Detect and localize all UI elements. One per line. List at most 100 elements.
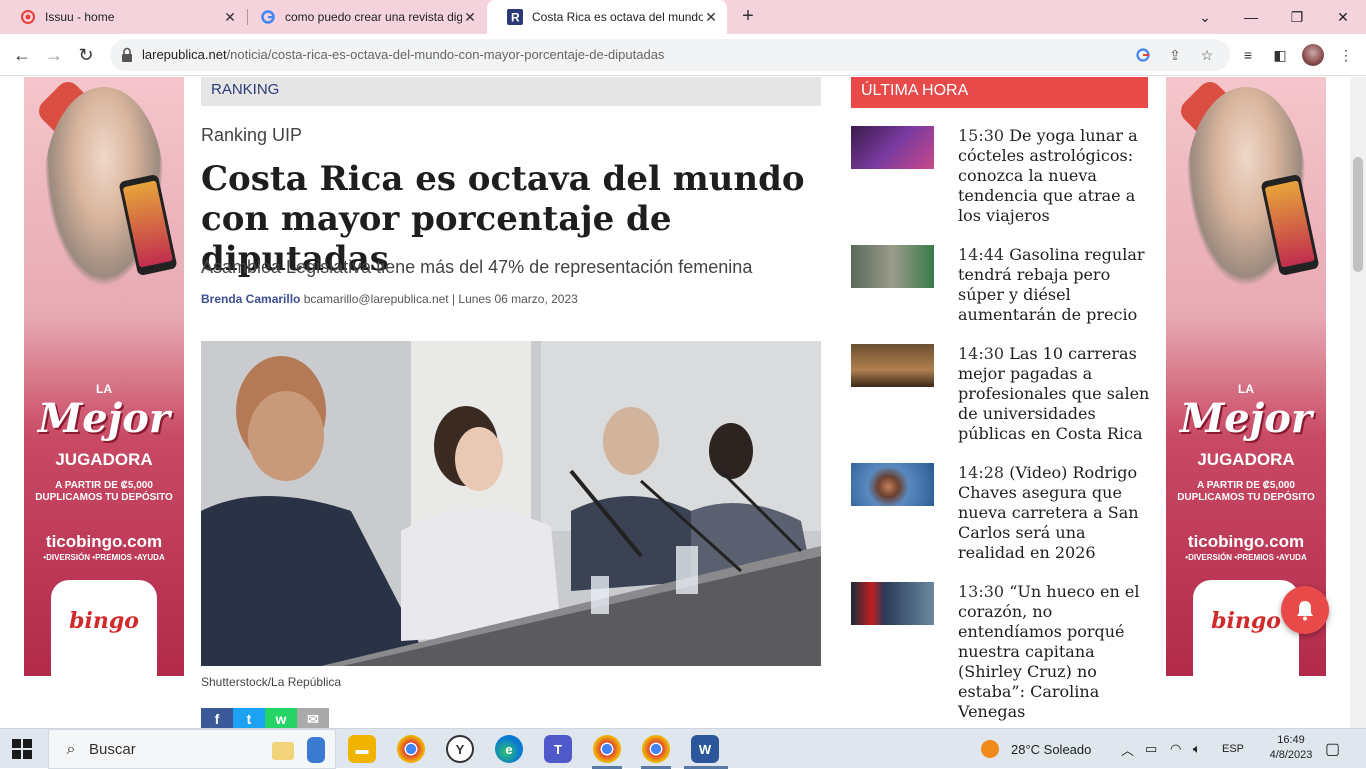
search-icon: ⌕ (66, 741, 76, 758)
latest-news-header: ÚLTIMA HORA (851, 77, 1148, 108)
tab-title: como puedo crear una revista dig (285, 10, 462, 24)
browser-toolbar: ← → ↻ larepublica.net/noticia/costa-rica… (0, 34, 1366, 76)
volume-icon[interactable]: 🔈︎ (1193, 729, 1201, 769)
word-icon[interactable]: W (691, 735, 719, 763)
close-icon[interactable]: ✕ (703, 9, 719, 26)
bell-icon (1297, 601, 1313, 621)
news-link[interactable]: 13:30 “Un hueco en el corazón, no entend… (958, 582, 1150, 722)
section-bar: RANKING (201, 77, 821, 106)
edge-icon[interactable]: e (495, 735, 523, 763)
facebook-icon[interactable]: f (201, 708, 233, 728)
reload-button[interactable]: ↻ (74, 43, 98, 67)
image-caption: Shutterstock/La República (201, 675, 342, 689)
chrome-window-icon[interactable] (642, 735, 670, 763)
svg-text:R: R (511, 11, 520, 25)
side-panel-icon[interactable]: ◧ (1270, 45, 1290, 65)
news-thumbnail[interactable] (851, 245, 934, 288)
news-link[interactable]: 14:44 Gasolina regular tendrá rebaja per… (958, 245, 1150, 325)
tab-issuu[interactable]: Issuu - home ✕ (0, 0, 246, 34)
larepublica-icon: R (507, 9, 523, 25)
ad-text: A PARTIR DE ₡5,000 DUPLICAMOS TU DEPÓSIT… (1177, 480, 1315, 503)
ad-headline: Mejor (1180, 395, 1312, 442)
tab-title: Issuu - home (45, 10, 115, 24)
ad-url: ticobingo.com (45, 532, 163, 551)
ticobingo-logo: bingo (1193, 580, 1299, 676)
news-thumbnail[interactable] (851, 463, 934, 506)
section-label[interactable]: RANKING (211, 81, 279, 98)
issuu-icon (20, 9, 36, 25)
tab-search-icon[interactable]: ⌄ (1182, 0, 1228, 34)
weather-widget[interactable]: 28°C Soleado (981, 729, 1091, 769)
ad-text: JUGADORA (55, 450, 153, 469)
news-thumbnail[interactable] (851, 582, 934, 625)
profile-avatar[interactable] (1302, 44, 1324, 66)
taskbar-search-text: Buscar (89, 741, 136, 758)
menu-kebab-icon[interactable]: ⋮ (1336, 45, 1356, 65)
twitter-icon[interactable]: t (233, 708, 265, 728)
news-link[interactable]: 14:30 Las 10 carreras mejor pagadas a pr… (958, 344, 1150, 444)
ad-text: LA (1238, 382, 1254, 396)
back-button[interactable]: ← (10, 43, 34, 67)
article-subtitle: Asamblea Legislativa tiene más del 47% d… (201, 257, 753, 277)
web-page: LA Mejor JUGADORA A PARTIR DE ₡5,000 DUP… (0, 77, 1350, 728)
address-bar[interactable]: larepublica.net/noticia/costa-rica-es-oc… (110, 39, 1230, 71)
teams-icon[interactable]: T (544, 735, 572, 763)
news-link[interactable]: 14:28 (Video) Rodrigo Chaves asegura que… (958, 463, 1150, 563)
url-text: larepublica.net/noticia/costa-rica-es-oc… (142, 47, 665, 62)
wifi-icon[interactable]: ◠ (1170, 729, 1181, 769)
sun-icon (981, 740, 999, 758)
article-byline: Brenda Camarillo bcamarillo@larepublica.… (201, 292, 578, 306)
media-control-icon[interactable]: ≡ (1238, 45, 1258, 65)
google-icon (260, 9, 276, 25)
new-tab-button[interactable]: + (738, 6, 758, 26)
windows-taskbar: ⌕ Buscar ▬ Y e T W 28°C Soleado ︿ ▭ ◠ 🔈︎… (0, 728, 1366, 769)
chrome-icon[interactable] (397, 735, 425, 763)
author-link[interactable]: Brenda Camarillo (201, 292, 300, 306)
article-hero-image (201, 341, 821, 666)
page-scrollbar[interactable] (1350, 77, 1366, 728)
ad-text: JUGADORA (1197, 450, 1295, 469)
google-lens-icon[interactable] (1134, 46, 1152, 64)
restore-button[interactable]: ❐ (1274, 0, 1320, 34)
close-icon[interactable]: ✕ (222, 9, 238, 26)
language-indicator[interactable]: ESP (1222, 729, 1244, 769)
email-icon[interactable]: ✉ (297, 708, 329, 728)
ad-text: A PARTIR DE ₡5,000 DUPLICAMOS TU DEPÓSIT… (35, 480, 173, 503)
tab-title: Costa Rica es octava del mundo c (532, 10, 703, 24)
ticobingo-logo: bingo (51, 580, 157, 676)
ad-text: •DIVERSIÓN •PREMIOS •AYUDA (1185, 553, 1307, 562)
ad-text: •DIVERSIÓN •PREMIOS •AYUDA (43, 553, 165, 562)
news-link[interactable]: 15:30 De yoga lunar a cócteles astrológi… (958, 126, 1150, 226)
ad-headline: Mejor (38, 395, 170, 442)
system-clock[interactable]: 16:49 4/8/2023 (1268, 733, 1314, 763)
tab-strip: Issuu - home ✕ como puedo crear una revi… (0, 0, 1366, 34)
chrome-profile-icon[interactable] (593, 735, 621, 763)
notification-bell-button[interactable] (1281, 586, 1329, 634)
windows-start-icon[interactable] (12, 739, 32, 759)
notifications-icon[interactable]: ▢ (1325, 729, 1340, 769)
news-thumbnail[interactable] (851, 126, 934, 169)
article-kicker: Ranking UIP (201, 125, 303, 145)
whatsapp-icon[interactable]: w (265, 708, 297, 728)
forward-button[interactable]: → (42, 43, 66, 67)
tab-larepublica[interactable]: R Costa Rica es octava del mundo c ✕ (487, 0, 727, 34)
file-explorer-icon[interactable]: ▬ (348, 735, 376, 763)
tab-google-search[interactable]: como puedo crear una revista dig ✕ (240, 0, 486, 34)
share-bar: f t w ✉ (201, 708, 329, 728)
chevron-up-icon[interactable]: ︿ (1121, 729, 1134, 769)
close-icon[interactable]: ✕ (462, 9, 478, 26)
lock-icon (122, 47, 132, 62)
search-highlight-icon[interactable] (266, 735, 338, 763)
scrollbar-thumb[interactable] (1353, 157, 1363, 272)
byline-meta: bcamarillo@larepublica.net | Lunes 06 ma… (300, 292, 578, 306)
share-icon[interactable]: ⇪ (1166, 46, 1184, 64)
ad-banner-left[interactable]: LA Mejor JUGADORA A PARTIR DE ₡5,000 DUP… (24, 77, 184, 676)
close-window-button[interactable]: ✕ (1320, 0, 1366, 34)
ad-text: LA (96, 382, 112, 396)
ad-url: ticobingo.com (1187, 532, 1305, 551)
clock-app-icon[interactable]: Y (446, 735, 474, 763)
battery-icon[interactable]: ▭ (1145, 729, 1157, 769)
minimize-button[interactable]: — (1228, 0, 1274, 34)
bookmark-star-icon[interactable]: ☆ (1198, 46, 1216, 64)
news-thumbnail[interactable] (851, 344, 934, 387)
